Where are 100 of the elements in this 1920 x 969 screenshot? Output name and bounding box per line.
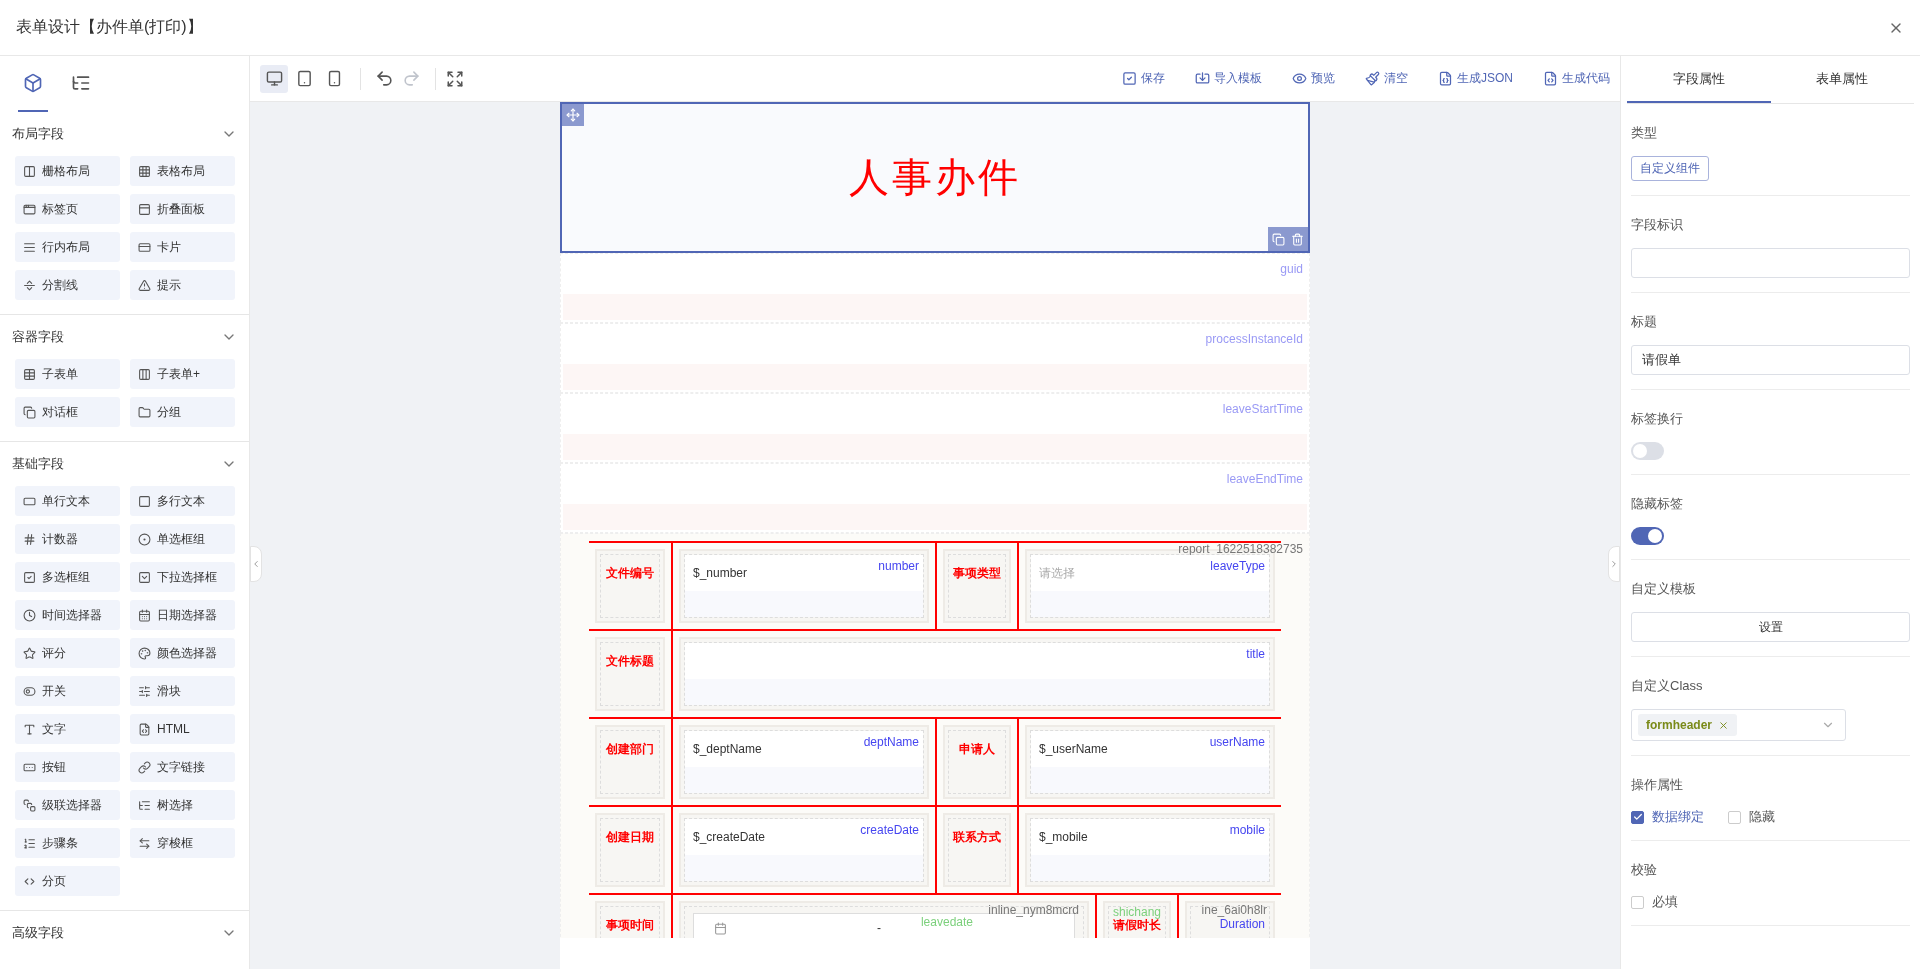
json-file-icon [1438, 71, 1453, 86]
toolbar-button[interactable]: 生成JSON [1438, 70, 1513, 87]
component-item[interactable]: 多选框组 [15, 562, 120, 592]
settings-button[interactable]: 设置 [1631, 612, 1910, 642]
cell-label: 创建日期 [606, 829, 654, 846]
sliders-icon [138, 684, 151, 698]
component-item[interactable]: 栅格布局 [15, 156, 120, 186]
component-item[interactable]: 文字链接 [130, 752, 235, 782]
component-item[interactable]: 按钮 [15, 752, 120, 782]
component-item[interactable]: 折叠面板 [130, 194, 235, 224]
component-item[interactable]: 时间选择器 [15, 600, 120, 630]
toggle-switch[interactable] [1631, 442, 1664, 460]
toggle-switch[interactable] [1631, 527, 1664, 545]
component-item[interactable]: 下拉选择框 [130, 562, 235, 592]
card-icon [138, 240, 151, 254]
remove-icon[interactable] [1718, 719, 1730, 731]
component-item[interactable]: 文字 [15, 714, 120, 744]
field-key: leavedate [920, 915, 973, 929]
toolbar-button[interactable]: 生成代码 [1543, 70, 1610, 87]
cell-label: 创建部门 [606, 741, 654, 758]
property-label: 校验 [1631, 861, 1657, 879]
toolbar-button[interactable]: 导入模板 [1195, 70, 1262, 87]
property-label: 标题 [1631, 313, 1657, 331]
checkbox-option[interactable]: 必填 [1631, 893, 1678, 911]
component-item[interactable]: 级联选择器 [15, 790, 120, 820]
collapse-handle[interactable] [1608, 546, 1620, 582]
input-field[interactable]: 请假单 [1631, 345, 1910, 375]
input-field[interactable]: $_number number [684, 554, 924, 618]
property-label: 自定义模板 [1631, 580, 1696, 598]
delete-icon[interactable] [1291, 232, 1304, 246]
toolbar-button[interactable]: 清空 [1365, 70, 1408, 87]
component-id: ine_6ai0h8lr [1201, 903, 1267, 917]
input-field[interactable] [1631, 248, 1910, 278]
select-field[interactable]: 请选择 leaveType [1030, 554, 1270, 618]
hash-icon [23, 532, 36, 546]
field-key: leaveType [1210, 559, 1265, 573]
checkbox-option[interactable]: 数据绑定 [1631, 808, 1704, 826]
input-field[interactable]: $_createDate createDate [684, 818, 924, 882]
warning-icon [138, 278, 151, 292]
panel-tab[interactable]: 字段属性 [1627, 56, 1771, 103]
cell-label: 联系方式 [953, 829, 1001, 846]
component-item[interactable]: 分组 [130, 397, 235, 427]
desktop-icon[interactable] [260, 64, 288, 93]
component-item[interactable]: 步骤条 [15, 828, 120, 858]
move-icon[interactable] [562, 104, 584, 126]
cell-label: 事项时间 [606, 917, 654, 934]
component-item[interactable]: 提示 [130, 270, 235, 300]
component-item[interactable]: 单行文本 [15, 486, 120, 516]
component-item[interactable]: 对话框 [15, 397, 120, 427]
check-square-icon [1122, 71, 1137, 86]
group-title: 布局字段 [12, 125, 64, 143]
toolbar-button[interactable]: 保存 [1122, 70, 1165, 87]
component-item[interactable]: 评分 [15, 638, 120, 668]
cell-label: 事项类型 [953, 565, 1001, 582]
cell-label: 申请人 [959, 741, 995, 758]
folder-icon [138, 405, 151, 419]
component-item[interactable]: 子表单 [15, 359, 120, 389]
class-select[interactable]: formheader [1631, 709, 1846, 741]
component-item[interactable]: 日期选择器 [130, 600, 235, 630]
component-item[interactable]: 单选框组 [130, 524, 235, 554]
component-item[interactable]: HTML [130, 714, 235, 744]
component-item[interactable]: 滑块 [130, 676, 235, 706]
component-item[interactable]: 树选择 [130, 790, 235, 820]
component-item[interactable]: 标签页 [15, 194, 120, 224]
input-field[interactable]: $_userName userName [1030, 730, 1270, 794]
square-icon [138, 494, 151, 508]
component-item[interactable]: 分页 [15, 866, 120, 896]
lines-icon [23, 240, 36, 254]
component-item[interactable]: 穿梭框 [130, 828, 235, 858]
input-field[interactable]: title [684, 642, 1270, 706]
component-item[interactable]: 子表单+ [130, 359, 235, 389]
component-item[interactable]: 计数器 [15, 524, 120, 554]
component-item[interactable]: 行内布局 [15, 232, 120, 262]
text-icon [23, 722, 36, 736]
stack-icon [23, 798, 36, 812]
input-field[interactable]: $_deptName deptName [684, 730, 924, 794]
component-item[interactable]: 多行文本 [130, 486, 235, 516]
checkbox[interactable] [1631, 810, 1644, 824]
collapse-handle[interactable] [250, 546, 262, 582]
component-item[interactable]: 颜色选择器 [130, 638, 235, 668]
list-icon [23, 836, 36, 850]
copy-icon[interactable] [1272, 232, 1285, 246]
checkbox-option[interactable]: 隐藏 [1728, 808, 1775, 826]
component-item[interactable]: 表格布局 [130, 156, 235, 186]
field-key: processInstanceId [1205, 332, 1303, 364]
panel-icon [138, 202, 151, 216]
component-item[interactable]: 分割线 [15, 270, 120, 300]
group-title: 容器字段 [12, 328, 64, 346]
grid-icon [138, 164, 151, 178]
component-item[interactable]: 开关 [15, 676, 120, 706]
field-key: createDate [860, 823, 919, 837]
form-header[interactable]: 人事办件 [560, 102, 1310, 253]
toolbar-button[interactable]: 预览 [1292, 70, 1335, 87]
input-field[interactable]: $_mobile mobile [1030, 818, 1270, 882]
panel-tab[interactable]: 表单属性 [1770, 56, 1914, 103]
fullscreen-icon[interactable] [446, 69, 464, 88]
component-item[interactable]: 卡片 [130, 232, 235, 262]
calendar-icon [714, 921, 727, 935]
code-file-icon [1543, 71, 1558, 86]
cell-label: 请假时长 [1113, 918, 1161, 934]
